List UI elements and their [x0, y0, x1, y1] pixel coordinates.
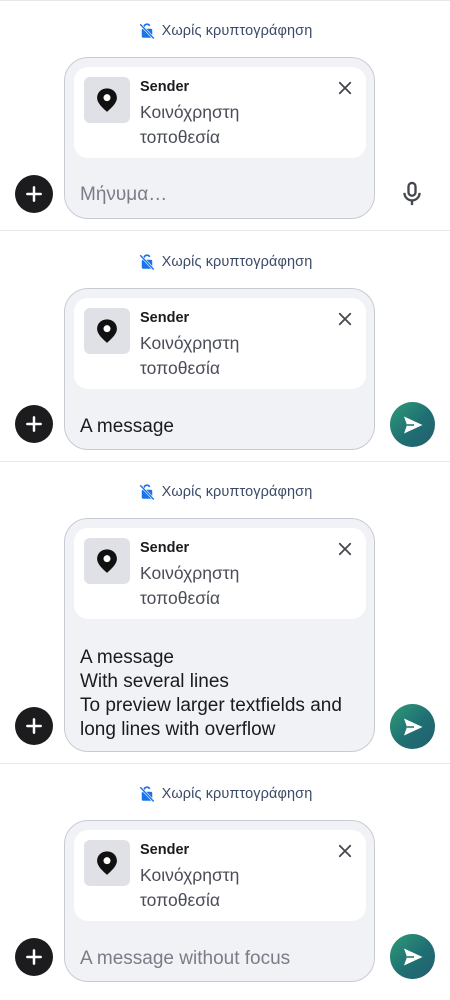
plus-icon [26, 416, 42, 432]
attachment-sender: Sender [140, 310, 190, 326]
encryption-label: Χωρίς κρυπτογράφηση [161, 254, 313, 270]
attachment-sender: Sender [140, 540, 190, 556]
attachment-description: Κοινόχρηστη τοποθεσία [140, 563, 240, 608]
send-icon [403, 948, 422, 965]
close-icon [338, 81, 352, 95]
location-pin-icon [97, 88, 117, 112]
location-pin-icon [97, 549, 117, 573]
no-encryption-lock-icon [138, 253, 156, 271]
send-icon [403, 416, 422, 433]
encryption-status: Χωρίς κρυπτογράφηση [0, 782, 450, 806]
close-icon [338, 312, 352, 326]
remove-attachment-button[interactable] [336, 79, 354, 97]
send-button[interactable] [390, 704, 435, 749]
attachment-description: Κοινόχρηστη τοποθεσία [140, 865, 240, 910]
attachment-thumbnail [84, 308, 130, 354]
attachment-preview: Sender Κοινόχρηστη τοποθεσία [74, 830, 366, 921]
attachment-preview: Sender Κοινόχρηστη τοποθεσία [74, 528, 366, 619]
add-attachment-button[interactable] [15, 707, 53, 745]
no-encryption-lock-icon [138, 483, 156, 501]
message-text[interactable]: A message without focus [80, 947, 365, 971]
send-icon [403, 718, 422, 735]
encryption-status: Χωρίς κρυπτογράφηση [0, 19, 450, 43]
attachment-description: Κοινόχρηστη τοποθεσία [140, 333, 240, 378]
close-icon [338, 542, 352, 556]
composer-state-single-line: Χωρίς κρυπτογράφηση Sender Κοινόχρηστη τ… [0, 230, 450, 461]
attachment-sender: Sender [140, 79, 190, 95]
remove-attachment-button[interactable] [336, 310, 354, 328]
add-attachment-button[interactable] [15, 175, 53, 213]
no-encryption-lock-icon [138, 22, 156, 40]
divider [0, 0, 450, 1]
message-input[interactable] [80, 183, 320, 207]
divider [0, 230, 450, 231]
remove-attachment-button[interactable] [336, 540, 354, 558]
remove-attachment-button[interactable] [336, 842, 354, 860]
message-composer[interactable]: Sender Κοινόχρηστη τοποθεσία A message w… [64, 820, 375, 982]
send-button[interactable] [390, 934, 435, 979]
location-pin-icon [97, 319, 117, 343]
message-composer[interactable]: Sender Κοινόχρηστη τοποθεσία [64, 57, 375, 219]
message-composer[interactable]: Sender Κοινόχρηστη τοποθεσία A message [64, 288, 375, 450]
attachment-preview: Sender Κοινόχρηστη τοποθεσία [74, 298, 366, 389]
location-pin-icon [97, 851, 117, 875]
no-encryption-lock-icon [138, 785, 156, 803]
attachment-thumbnail [84, 538, 130, 584]
plus-icon [26, 949, 42, 965]
attachment-description: Κοινόχρηστη τοποθεσία [140, 102, 240, 147]
send-button[interactable] [390, 402, 435, 447]
divider [0, 461, 450, 462]
close-icon [338, 844, 352, 858]
encryption-label: Χωρίς κρυπτογράφηση [161, 23, 313, 39]
plus-icon [26, 718, 42, 734]
composer-state-unfocused: Χωρίς κρυπτογράφηση Sender Κοινόχρηστη τ… [0, 763, 450, 1000]
composer-state-empty: Χωρίς κρυπτογράφηση Sender Κοινόχρηστη τ… [0, 0, 450, 230]
add-attachment-button[interactable] [15, 938, 53, 976]
encryption-label: Χωρίς κρυπτογράφηση [161, 484, 313, 500]
encryption-label: Χωρίς κρυπτογράφηση [161, 786, 313, 802]
message-composer[interactable]: Sender Κοινόχρηστη τοποθεσία A message W… [64, 518, 375, 752]
voice-message-button[interactable] [398, 180, 426, 208]
attachment-preview: Sender Κοινόχρηστη τοποθεσία [74, 67, 366, 158]
message-text[interactable]: A message With several lines To preview … [80, 646, 365, 742]
attachment-thumbnail [84, 840, 130, 886]
plus-icon [26, 186, 42, 202]
microphone-icon [403, 181, 421, 206]
encryption-status: Χωρίς κρυπτογράφηση [0, 480, 450, 504]
attachment-sender: Sender [140, 842, 190, 858]
encryption-status: Χωρίς κρυπτογράφηση [0, 250, 450, 274]
composer-state-multi-line: Χωρίς κρυπτογράφηση Sender Κοινόχρηστη τ… [0, 461, 450, 763]
attachment-thumbnail [84, 77, 130, 123]
message-text[interactable]: A message [80, 415, 365, 439]
divider [0, 763, 450, 764]
add-attachment-button[interactable] [15, 405, 53, 443]
